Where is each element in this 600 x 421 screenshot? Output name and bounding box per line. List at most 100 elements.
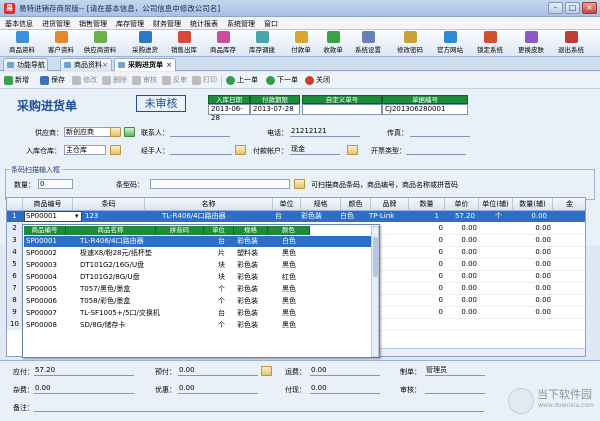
fax-field[interactable] [410, 127, 470, 137]
menu-finance[interactable]: 财务管理 [153, 19, 181, 29]
toolbar-button-6[interactable]: 库存调拨 [244, 31, 280, 56]
grid-header-cell[interactable]: 单位 [273, 198, 301, 211]
menu-reports[interactable]: 统计报表 [190, 19, 218, 29]
modify-button[interactable]: 修改 [72, 75, 97, 86]
folder-icon[interactable] [294, 179, 305, 189]
list-item[interactable]: SP00007 TL-SF1005+/5口/交换机 台 彩色装 黑色 [24, 308, 371, 319]
toolbar-button-12[interactable]: 锁定系统 [472, 31, 508, 56]
list-cell-color: 黑色 [282, 261, 296, 269]
grid-header-cell[interactable]: 数量 [409, 198, 445, 211]
scan-barcode-field[interactable] [150, 179, 290, 189]
contact-field[interactable] [170, 127, 230, 137]
folder-icon[interactable] [261, 366, 272, 376]
note-field[interactable] [34, 402, 484, 412]
close-button[interactable]: × [582, 2, 597, 14]
custom-number-field[interactable] [302, 104, 382, 115]
toolbar-button-4[interactable]: 销售出库 [166, 31, 202, 56]
menu-system[interactable]: 系统管理 [227, 19, 255, 29]
misc-fee-field[interactable]: 0.00 [34, 384, 134, 394]
discount-field[interactable]: 0.00 [178, 384, 258, 394]
toolbar-button-14[interactable]: 退出系统 [553, 31, 589, 56]
folder-icon[interactable] [235, 145, 246, 155]
grid-header-cell[interactable]: 商品编号 [23, 198, 73, 211]
list-item[interactable]: SP00003 DT101G2/16G/U盘 块 彩色装 黑色 [24, 260, 371, 271]
list-item[interactable]: SP00005 T057/黑色/墨盒 个 彩色装 黑色 [24, 284, 371, 295]
pay-account-field[interactable]: 现金 [290, 145, 340, 155]
grid-header-cell[interactable]: 名称 [145, 198, 273, 211]
toolbar-button-5[interactable]: 商品库存 [205, 31, 241, 56]
next-order-button[interactable]: 下一单 [266, 75, 298, 86]
grid-header-cell[interactable]: 规格 [301, 198, 341, 211]
dropdown-header-cell[interactable]: 拼音码 [156, 226, 204, 235]
tab-close-icon[interactable]: × [166, 59, 172, 71]
minimize-button[interactable]: – [548, 2, 563, 14]
toolbar-button-2[interactable]: 供应商资料 [82, 31, 118, 56]
list-item[interactable]: SP00001 TL-R406/4口路由器 台 彩色装 白色 [24, 236, 371, 247]
save-button[interactable]: 保存 [40, 75, 65, 86]
handler-field[interactable] [170, 145, 232, 155]
scrollbar-thumb[interactable] [373, 237, 378, 277]
audit-button[interactable]: 审核 [132, 75, 157, 86]
arrow-right-icon [266, 76, 275, 85]
warehouse-field[interactable]: 主仓库 [64, 145, 106, 155]
list-item[interactable]: SP00004 DT101G2/8G/U盘 块 彩色装 红色 [24, 272, 371, 283]
list-item[interactable]: SP00008 SD/8G/储存卡 个 彩色装 黑色 [24, 320, 371, 331]
list-item[interactable]: SP00006 T058/彩色/墨盒 个 彩色装 黑色 [24, 296, 371, 307]
delete-button[interactable]: 删除 [102, 75, 127, 86]
print-button[interactable]: 打印 [192, 75, 217, 86]
toolbar-button-0[interactable]: 商品资料 [4, 31, 40, 56]
scan-qty-field[interactable]: 0 [38, 179, 73, 189]
toolbar-button-10[interactable]: 修改密码 [392, 31, 428, 56]
menu-basic-info[interactable]: 基本信息 [5, 19, 33, 29]
grid-header-cell[interactable]: 条码 [73, 198, 145, 211]
freight-field[interactable]: 0.00 [310, 366, 380, 376]
payment-due-field[interactable]: 2013-07-28 [250, 104, 300, 115]
grid-header-cell[interactable]: 单价 [445, 198, 479, 211]
inbound-date-field[interactable]: 2013-06-28 [208, 104, 250, 122]
toolbar-button-7[interactable]: 付款单 [283, 31, 319, 56]
header-order-number: 单据编号 [382, 95, 468, 104]
dropdown-header-cell[interactable]: 单位 [204, 226, 234, 235]
unaudit-button[interactable]: 反审 [162, 75, 187, 86]
menu-window[interactable]: 窗口 [264, 19, 278, 29]
toolbar-button-9[interactable]: 系统设置 [350, 31, 386, 56]
grid-header-cell[interactable]: 单位(辅) [479, 198, 513, 211]
toolbar-button-8[interactable]: 收款单 [315, 31, 351, 56]
grid-header-cell[interactable]: 数量(辅) [513, 198, 553, 211]
folder-icon[interactable] [110, 145, 121, 155]
dropdown-header-cell[interactable]: 商品名称 [66, 226, 156, 235]
vertical-scrollbar[interactable] [371, 226, 379, 357]
toolbar-button-3[interactable]: 采购进货 [127, 31, 163, 56]
toolbar-button-1[interactable]: 客户资料 [43, 31, 79, 56]
tab-function-nav[interactable]: 功能导航 [3, 58, 48, 71]
close-order-button[interactable]: 关闭 [305, 75, 330, 86]
table-row[interactable]: 1 SP00001 123 TL-R406/4口路由器 台 彩色装 白色 TP-Link 1 57… [7, 211, 585, 222]
menu-sales[interactable]: 销售管理 [79, 19, 107, 29]
chevron-down-icon[interactable]: ▾ [75, 211, 79, 222]
prepaid-field[interactable]: 0.00 [178, 366, 258, 376]
grid-header-cell[interactable]: 品牌 [371, 198, 409, 211]
dropdown-header-cell[interactable]: 规格 [234, 226, 268, 235]
dropdown-header-cell[interactable]: 商品编号 [24, 226, 66, 235]
invoice-type-field[interactable] [406, 145, 466, 155]
toolbar-button-11[interactable]: 官方网站 [432, 31, 468, 56]
menu-inventory[interactable]: 库存管理 [116, 19, 144, 29]
order-number-field[interactable]: CJ201306280001 [382, 104, 468, 115]
menu-purchase[interactable]: 进货管理 [42, 19, 70, 29]
new-button[interactable]: 新增 [4, 75, 29, 86]
list-item[interactable]: SP00002 极速X8/粉28元/纸杯垫 片 塑料装 黑色 [24, 248, 371, 259]
folder-icon[interactable] [347, 145, 358, 155]
grid-header-cell[interactable]: 金 [553, 198, 585, 211]
dropdown-header-cell[interactable]: 颜色 [268, 226, 310, 235]
maximize-button[interactable]: □ [565, 2, 580, 14]
tab-product-info[interactable]: 商品资料 × [60, 58, 112, 71]
add-supplier-icon[interactable] [124, 127, 135, 137]
folder-icon[interactable] [110, 127, 121, 137]
grid-header-cell[interactable]: 颜色 [341, 198, 371, 211]
paid-cash-field[interactable]: 0.00 [310, 384, 380, 394]
phone-field[interactable]: 21212121 [290, 127, 360, 137]
toolbar-button-13[interactable]: 更换皮肤 [513, 31, 549, 56]
prev-order-button[interactable]: 上一单 [226, 75, 258, 86]
tab-purchase-order[interactable]: 采购进货单 × [114, 58, 176, 71]
tab-close-icon[interactable]: × [102, 59, 108, 71]
